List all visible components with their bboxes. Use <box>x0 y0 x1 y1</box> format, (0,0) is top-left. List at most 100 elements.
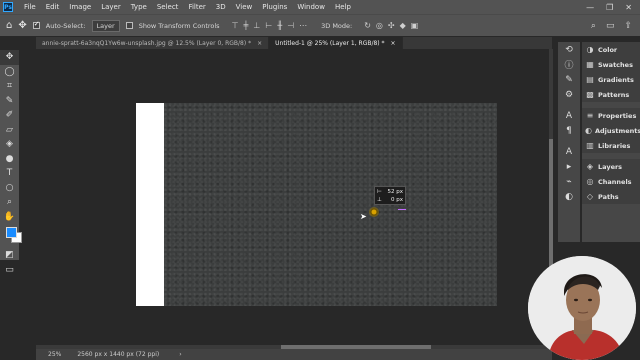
panel-color[interactable]: ◑ Color <box>582 42 640 57</box>
glyphs-icon[interactable]: A <box>558 144 580 159</box>
shape-tool-icon[interactable]: ○ <box>0 181 19 196</box>
transform-controls-label: Show Transform Controls <box>138 21 220 30</box>
actions-icon[interactable]: ▸ <box>558 159 580 174</box>
crop-tool-icon[interactable]: ⌗ <box>0 79 19 94</box>
dodge-tool-icon[interactable]: ● <box>0 152 19 167</box>
menu-window[interactable]: Window <box>292 3 330 11</box>
history-icon[interactable]: ⟲ <box>558 42 580 57</box>
panel-swatches[interactable]: ▦ Swatches <box>582 57 640 72</box>
lasso-tool-icon[interactable]: ◯ <box>0 65 19 80</box>
paragraph-icon[interactable]: ¶ <box>558 123 580 138</box>
close-button[interactable]: ✕ <box>625 3 632 12</box>
share-icon[interactable]: ⇪ <box>624 21 632 31</box>
transform-controls-checkbox[interactable] <box>125 22 133 29</box>
menu-filter[interactable]: Filter <box>183 3 210 11</box>
tab-untitled-1[interactable]: Untitled-1 @ 25% (Layer 1, RGB/8) * × <box>269 37 403 49</box>
align-vcenter-icon[interactable]: ╪ <box>244 21 249 30</box>
panel-patterns[interactable]: ▩ Patterns <box>582 87 640 102</box>
close-tab-icon[interactable]: × <box>257 40 262 47</box>
move-tool-icon[interactable]: ✥ <box>18 20 26 31</box>
distribute-icon[interactable]: ⋯ <box>299 21 307 30</box>
panel-layers[interactable]: ◈ Layers <box>582 159 640 174</box>
menu-image[interactable]: Image <box>64 3 96 11</box>
paths-panel-icon: ◇ <box>586 192 594 201</box>
menu-plugins[interactable]: Plugins <box>257 3 292 11</box>
minimize-button[interactable]: — <box>586 3 594 12</box>
character-icon[interactable]: A <box>558 108 580 123</box>
color-panel-group: ◑ Color ▦ Swatches ▤ Gradients ▩ Patterns <box>582 42 640 102</box>
presenter-photo <box>528 256 636 360</box>
type-tool-icon[interactable]: T <box>0 166 19 181</box>
3d-drag-icon[interactable]: ✣ <box>388 21 395 30</box>
panel-properties[interactable]: ≡ Properties <box>582 108 640 123</box>
screen-mode-icon[interactable]: ▭ <box>0 263 19 278</box>
channels-panel-icon: ◎ <box>586 177 594 186</box>
menu-select[interactable]: Select <box>152 3 184 11</box>
libraries-panel-icon: ▥ <box>586 141 594 150</box>
document-size: 2560 px x 1440 px (72 ppi) <box>77 351 160 358</box>
dx-label: ⊢ <box>377 189 382 195</box>
zoom-tool-icon[interactable]: ⌕ <box>0 195 19 210</box>
align-top-icon[interactable]: ⊤ <box>232 21 239 30</box>
menu-edit[interactable]: Edit <box>41 3 65 11</box>
info-icon[interactable]: ⓘ <box>558 57 580 72</box>
auto-select-dropdown[interactable]: Layer <box>91 19 120 32</box>
menu-3d[interactable]: 3D <box>211 3 231 11</box>
panel-gradients[interactable]: ▤ Gradients <box>582 72 640 87</box>
vertical-scroll-thumb[interactable] <box>549 139 553 269</box>
brushes-icon[interactable]: ✎ <box>558 72 580 87</box>
move-tool-icon[interactable]: ✥ <box>0 50 19 65</box>
concrete-texture-layer[interactable] <box>164 103 497 306</box>
canvas-workspace[interactable]: ⊢ 52 px ⊥ 0 px ➤ <box>36 49 552 345</box>
menu-file[interactable]: File <box>19 3 41 11</box>
3d-rotate-icon[interactable]: ↻ <box>364 21 371 30</box>
webcam-overlay <box>528 256 636 360</box>
panel-layers-label: Layers <box>598 162 623 171</box>
color-swatches <box>0 224 22 248</box>
menu-layer[interactable]: Layer <box>96 3 126 11</box>
tab-annie-spratt[interactable]: annie-spratt-6a3nqQ1Yw6w-unsplash.jpg @ … <box>36 37 270 49</box>
menu-type[interactable]: Type <box>126 3 152 11</box>
workspace-icon[interactable]: ▭ <box>606 21 615 31</box>
styles-icon[interactable]: ◐ <box>558 189 580 204</box>
photoshop-logo[interactable]: Ps <box>3 2 13 12</box>
3d-slide-icon[interactable]: ◆ <box>400 21 406 30</box>
3d-roll-icon[interactable]: ◎ <box>376 21 383 30</box>
document-tabs: annie-spratt-6a3nqQ1Yw6w-unsplash.jpg @ … <box>36 37 552 49</box>
panel-channels[interactable]: ◎ Channels <box>582 174 640 189</box>
quick-mask-icon[interactable]: ◩ <box>0 248 19 263</box>
panel-adjustments[interactable]: ◐ Adjustments <box>582 123 640 138</box>
brush-tool-icon[interactable]: ✐ <box>0 108 19 123</box>
panel-paths[interactable]: ◇ Paths <box>582 189 640 204</box>
foreground-color-swatch[interactable] <box>6 227 17 238</box>
search-icon[interactable]: ⌕ <box>591 21 596 31</box>
align-right-icon[interactable]: ⊣ <box>287 21 294 30</box>
eyedropper-tool-icon[interactable]: ✎ <box>0 94 19 109</box>
align-hcenter-icon[interactable]: ╫ <box>277 21 282 30</box>
timeline-icon[interactable]: ⌁ <box>558 174 580 189</box>
align-bottom-icon[interactable]: ⊥ <box>253 21 260 30</box>
3d-scale-icon[interactable]: ▣ <box>411 21 419 30</box>
window-controls: — ❐ ✕ <box>586 3 640 12</box>
patterns-panel-icon: ▩ <box>586 90 594 99</box>
zoom-level[interactable]: 25% <box>48 351 61 358</box>
layers-panel-icon: ◈ <box>586 162 594 171</box>
home-icon[interactable]: ⌂ <box>6 20 12 31</box>
auto-select-checkbox[interactable] <box>32 20 40 29</box>
menu-view[interactable]: View <box>231 3 258 11</box>
menu-help[interactable]: Help <box>330 3 356 11</box>
brush-settings-icon[interactable]: ⚙ <box>558 87 580 102</box>
eraser-tool-icon[interactable]: ▱ <box>0 123 19 138</box>
adjustments-panel-icon: ◐ <box>585 126 592 135</box>
hand-tool-icon[interactable]: ✋ <box>0 210 19 225</box>
align-left-icon[interactable]: ⊢ <box>265 21 272 30</box>
panel-libraries[interactable]: ▥ Libraries <box>582 138 640 153</box>
close-tab-icon[interactable]: × <box>391 40 396 47</box>
status-menu-arrow[interactable]: › <box>179 351 181 358</box>
panel-dock-icons: ⟲ ⓘ ✎ ⚙ A ¶ A ▸ ⌁ ◐ <box>558 42 580 242</box>
maximize-button[interactable]: ❐ <box>606 3 613 12</box>
panel-libraries-label: Libraries <box>598 141 631 150</box>
paint-bucket-tool-icon[interactable]: ◈ <box>0 137 19 152</box>
swatches-panel-icon: ▦ <box>586 60 594 69</box>
align-controls: ⊤ ╪ ⊥ ⊢ ╫ ⊣ ⋯ <box>232 21 308 30</box>
